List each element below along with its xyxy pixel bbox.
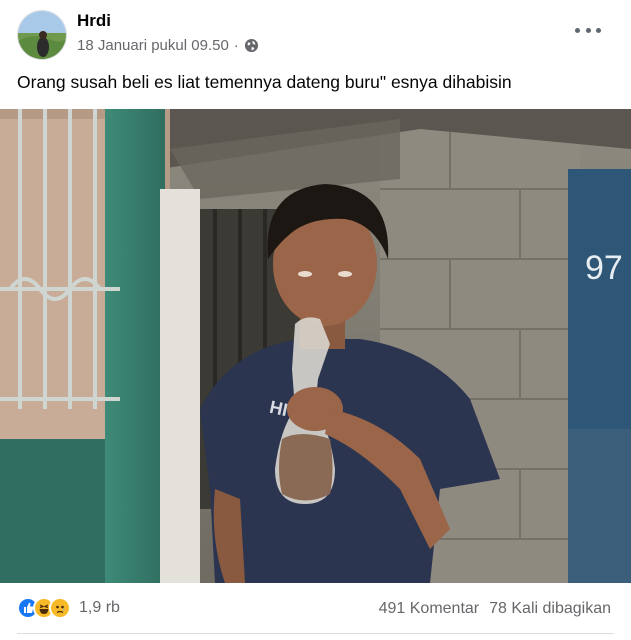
post-photo[interactable]: 97 HI 65 [0, 109, 631, 583]
post-caption: Orang susah beli es liat temennya dateng… [17, 72, 512, 92]
share-count[interactable]: 78 Kali dibagikan [489, 600, 611, 618]
author-name[interactable]: Hrdi [77, 11, 111, 31]
more-options-icon[interactable] [575, 20, 601, 40]
reaction-count[interactable]: 1,9 rb [79, 599, 120, 617]
post-footer: 1,9 rb 491 Komentar 78 Kali dibagikan [0, 583, 631, 640]
footer-divider [17, 633, 614, 634]
wall-number: 97 [585, 249, 623, 287]
sad-icon [49, 597, 71, 619]
engagement-stats: 491 Komentar 78 Kali dibagikan [379, 600, 611, 618]
meta-separator: · [233, 37, 239, 54]
comment-count[interactable]: 491 Komentar [379, 600, 480, 618]
globe-icon [244, 38, 259, 53]
post-date[interactable]: 18 Januari pukul 09.50 [77, 37, 229, 54]
post-meta: 18 Januari pukul 09.50 · [77, 37, 259, 54]
post-header: Hrdi 18 Januari pukul 09.50 · [0, 0, 631, 64]
reactions-summary[interactable]: 1,9 rb [17, 597, 120, 619]
avatar[interactable] [17, 10, 67, 60]
